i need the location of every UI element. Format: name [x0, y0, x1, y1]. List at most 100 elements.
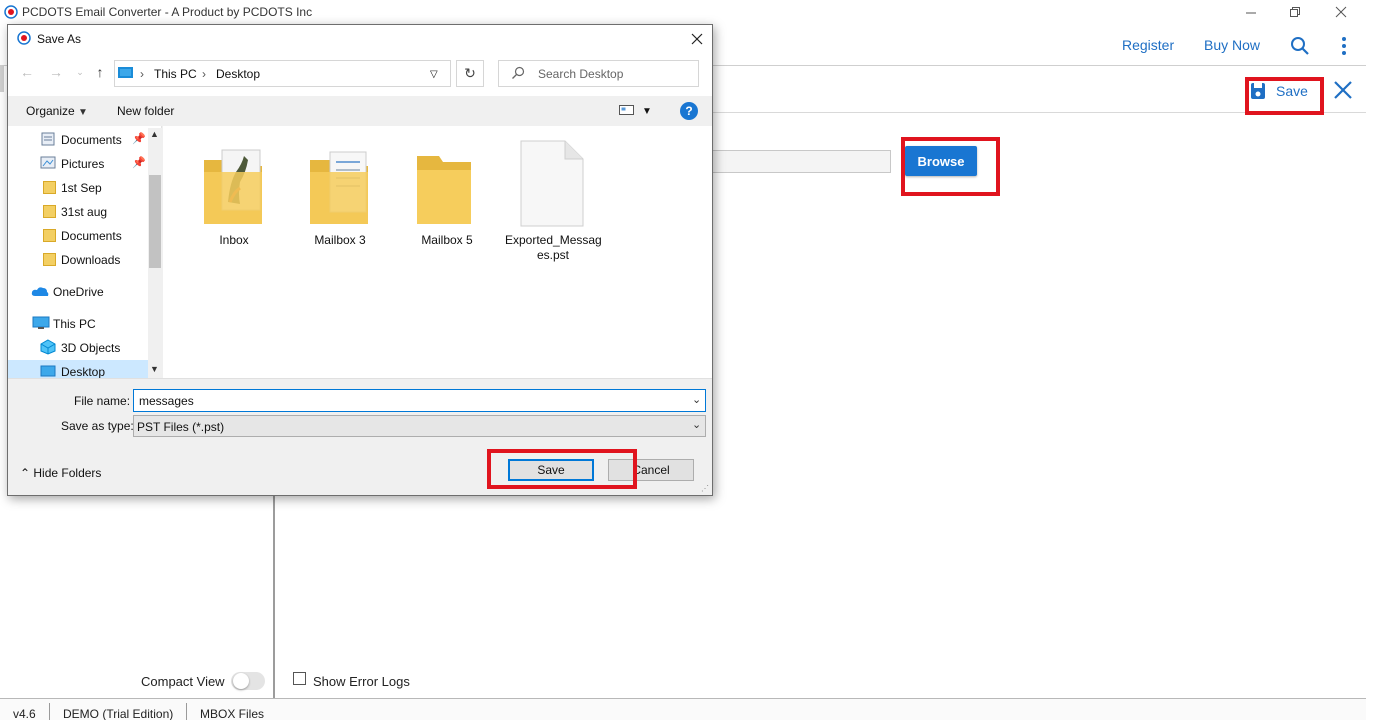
documents-icon: [41, 132, 55, 146]
close-icon: [691, 33, 703, 45]
search-icon: [512, 66, 525, 79]
close-icon: [1335, 6, 1347, 18]
change-view-icon[interactable]: [619, 104, 635, 116]
file-name-dropdown-chevron-icon[interactable]: ⌄: [692, 393, 701, 406]
file-name-label: Mailbox 3: [314, 233, 366, 247]
more-vertical-icon[interactable]: [1338, 36, 1350, 56]
scroll-down-icon[interactable]: ▼: [150, 364, 159, 374]
recent-locations-chevron-icon[interactable]: ⌄: [72, 64, 88, 80]
status-version: v4.6: [13, 707, 36, 720]
nav-item-31st-aug[interactable]: 31st aug: [8, 200, 154, 222]
nav-item-pictures[interactable]: Pictures 📌: [8, 152, 154, 174]
search-icon[interactable]: [1290, 36, 1310, 56]
breadcrumb-desktop[interactable]: Desktop: [216, 67, 260, 81]
dialog-command-bar: [8, 96, 712, 126]
file-name-label: Inbox: [219, 233, 249, 247]
show-error-logs-checkbox[interactable]: [293, 672, 306, 685]
status-file-type: MBOX Files: [200, 707, 265, 720]
dialog-app-icon: [17, 31, 31, 45]
compact-view-toggle-knob[interactable]: [233, 673, 249, 689]
close-view-icon[interactable]: [1330, 76, 1356, 104]
breadcrumb-separator-icon: ›: [202, 67, 206, 81]
help-icon[interactable]: ?: [680, 102, 698, 120]
file-name-label: Exported_Messag: [505, 233, 602, 247]
nav-item-label: 31st aug: [61, 205, 108, 219]
restore-button[interactable]: [1273, 2, 1317, 22]
restore-icon: [1290, 7, 1300, 17]
highlight-dialog-save: [487, 449, 637, 489]
file-item-exported-messages-pst[interactable]: Exported_Messag es.pst: [505, 138, 602, 268]
this-pc-icon: [118, 67, 133, 78]
folder-with-image-icon: [204, 149, 262, 224]
hide-folders-toggle[interactable]: ⌃ Hide Folders: [20, 466, 101, 480]
nav-item-label: This PC: [53, 317, 96, 331]
window-close-button[interactable]: [1319, 2, 1363, 22]
app-title: PCDOTS Email Converter - A Product by PC…: [22, 5, 313, 19]
highlight-browse: [901, 137, 1000, 196]
pictures-icon: [40, 156, 56, 169]
status-separator: [186, 703, 187, 720]
folder-icon: [43, 205, 56, 218]
nav-item-this-pc[interactable]: This PC: [8, 312, 154, 334]
dialog-title: Save As: [37, 32, 82, 46]
breadcrumb-this-pc[interactable]: This PC: [154, 67, 197, 81]
nav-item-label: Documents: [61, 133, 122, 147]
forward-arrow-icon[interactable]: →: [48, 64, 64, 80]
file-item-mailbox-5[interactable]: Mailbox 5: [399, 138, 495, 268]
nav-item-label: OneDrive: [53, 285, 104, 299]
save-as-type-select[interactable]: PST Files (*.pst): [133, 415, 706, 437]
hide-folders-label: Hide Folders: [33, 466, 102, 480]
organize-label: Organize: [26, 104, 75, 118]
nav-item-documents-folder[interactable]: Documents: [8, 224, 154, 246]
back-arrow-icon[interactable]: ←: [19, 64, 35, 80]
minimize-button[interactable]: [1229, 2, 1273, 22]
this-pc-icon: [32, 316, 50, 329]
nav-item-onedrive[interactable]: OneDrive: [8, 280, 154, 302]
nav-item-downloads[interactable]: Downloads: [8, 248, 154, 270]
nav-item-label: Documents: [61, 229, 122, 243]
nav-item-label: Desktop: [61, 365, 106, 378]
file-name-input[interactable]: [133, 389, 706, 412]
chevron-up-icon: ⌃: [20, 466, 34, 480]
address-dropdown-chevron-icon[interactable]: ▽: [430, 69, 438, 80]
show-error-logs-label[interactable]: Show Error Logs: [313, 674, 410, 689]
nav-item-label: 3D Objects: [61, 341, 121, 355]
dialog-close-button[interactable]: [686, 28, 708, 50]
nav-item-label: Pictures: [61, 157, 105, 171]
destination-path-field[interactable]: [712, 150, 891, 173]
folder-with-documents-icon: [310, 151, 368, 224]
file-item-inbox[interactable]: Inbox: [186, 138, 282, 268]
3d-objects-icon: [40, 339, 56, 355]
blank-file-icon: [520, 140, 584, 227]
nav-item-1st-sep[interactable]: 1st Sep: [8, 176, 154, 198]
folder-icon: [43, 253, 56, 266]
save-type-dropdown-chevron-icon[interactable]: ⌄: [692, 418, 701, 431]
nav-item-3d-objects[interactable]: 3D Objects: [8, 336, 154, 358]
new-folder-button[interactable]: New folder: [117, 104, 174, 118]
pin-icon: 📌: [132, 157, 146, 169]
desktop-icon: [40, 365, 56, 377]
nav-item-documents-quick[interactable]: Documents 📌: [8, 128, 154, 150]
register-link[interactable]: Register: [1122, 37, 1174, 53]
pin-icon: 📌: [132, 133, 146, 145]
nav-pane-scroll-thumb[interactable]: [149, 175, 161, 268]
status-edition: DEMO (Trial Edition): [63, 707, 174, 720]
minimize-icon: [1246, 12, 1256, 14]
up-arrow-icon[interactable]: ↑: [92, 64, 108, 80]
folder-icon: [43, 181, 56, 194]
dialog-titlebar: [8, 25, 712, 53]
nav-item-label: Downloads: [61, 253, 121, 267]
view-options-chevron-icon[interactable]: ▼: [642, 106, 652, 117]
left-panel-edge: [0, 66, 4, 92]
folder-icon: [417, 156, 471, 224]
refresh-button[interactable]: ↻: [456, 60, 484, 87]
folder-icon: [43, 229, 56, 242]
resize-grip-icon[interactable]: ⋰: [701, 484, 709, 493]
file-item-mailbox-3[interactable]: Mailbox 3: [292, 138, 388, 268]
scroll-up-icon[interactable]: ▲: [150, 129, 159, 139]
organize-menu[interactable]: Organize ▼: [26, 104, 88, 118]
file-name-label: Mailbox 5: [421, 233, 473, 247]
chevron-down-icon: ▼: [78, 107, 88, 118]
nav-item-desktop[interactable]: Desktop: [8, 360, 154, 378]
buy-now-link[interactable]: Buy Now: [1204, 37, 1260, 53]
